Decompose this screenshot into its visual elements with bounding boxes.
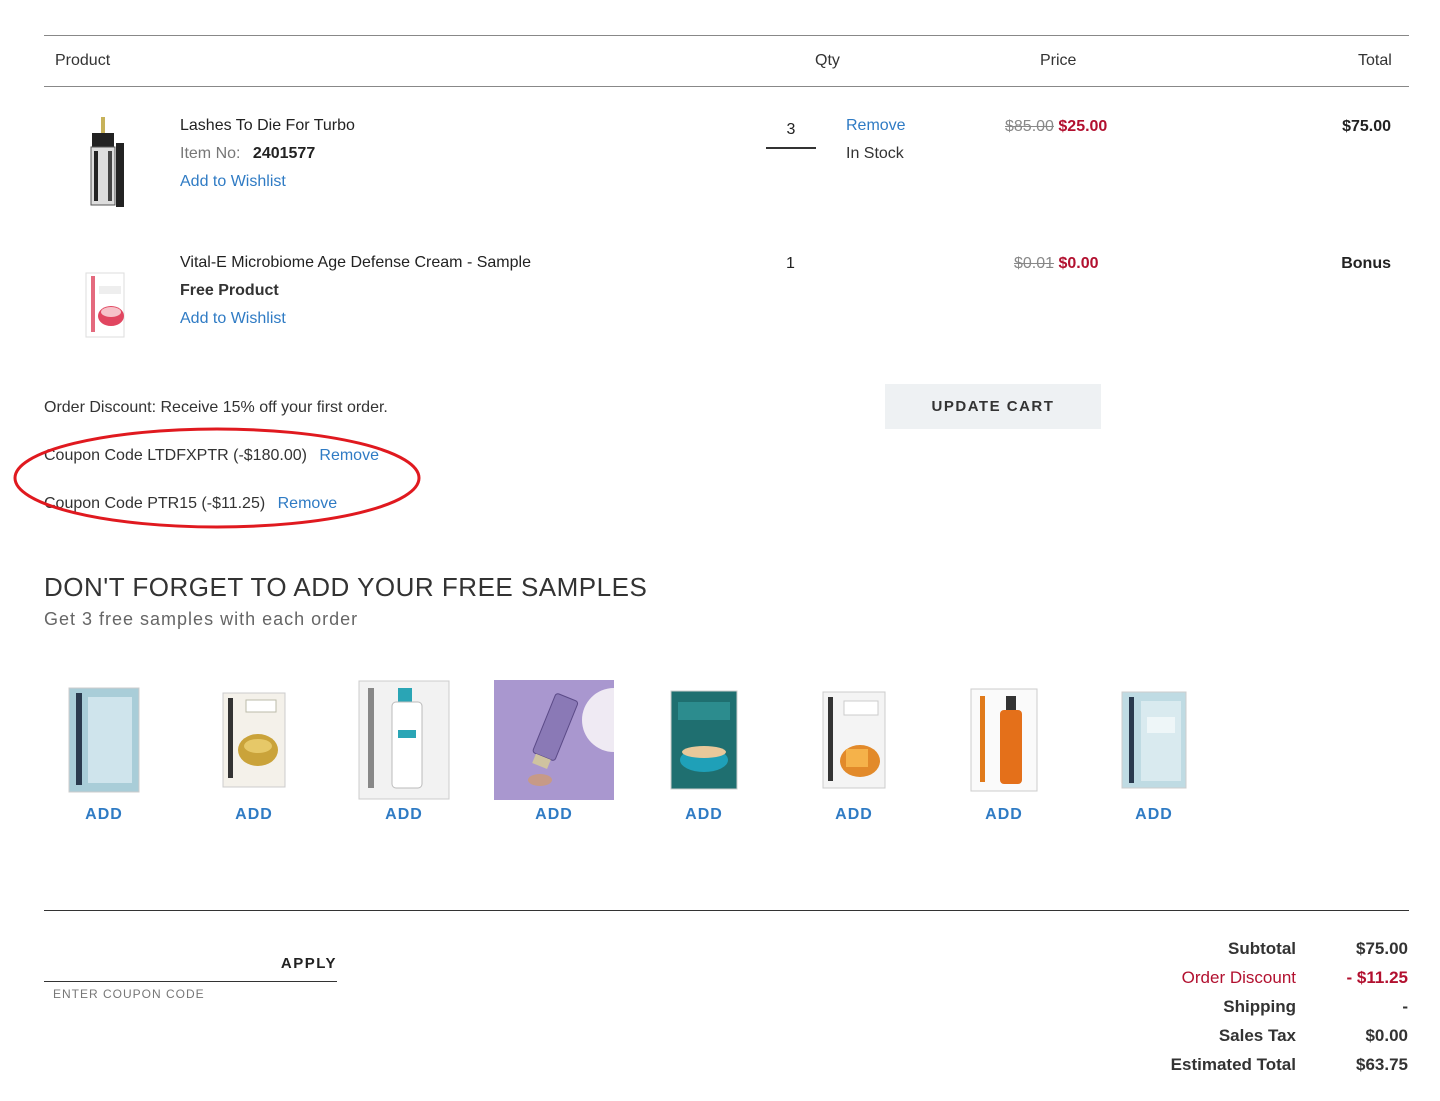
apply-coupon-button[interactable]: APPLY [281,955,337,972]
tube-sample-icon [494,680,614,800]
add-sample-button[interactable]: ADD [644,806,764,824]
highlight-ellipse-annotation [13,427,421,529]
stock-status: In Stock [846,145,904,162]
line-total: $75.00 [1342,118,1391,135]
product-name[interactable]: Lashes To Die For Turbo [180,117,355,135]
sample-packet-icon [44,680,164,800]
table-header-divider [44,86,1409,87]
cleansing-gel-sample-icon [944,680,1064,800]
original-price: $85.00 [1005,118,1054,135]
subtotal-label: Subtotal [1228,939,1296,958]
shipping-label: Shipping [1223,997,1296,1016]
add-sample-button[interactable]: ADD [1094,806,1214,824]
quantity-value: 1 [786,255,795,272]
add-sample-button[interactable]: ADD [794,806,914,824]
sale-price: $0.00 [1058,255,1099,272]
sales-tax-value: $0.00 [1365,1026,1408,1045]
mask-sample-icon [794,680,914,800]
add-sample-button[interactable]: ADD [344,806,464,824]
header-qty: Qty [815,52,840,69]
table-top-divider [44,35,1409,36]
free-product-label: Free Product [180,282,279,299]
add-to-wishlist-link[interactable]: Add to Wishlist [180,310,286,328]
eye-patch-sample-icon [194,680,314,800]
quantity-input[interactable]: 3 [766,115,816,149]
product-image-lashes[interactable] [82,115,132,210]
moisturizer-sample-icon [1094,680,1214,800]
subtotal-value: $75.00 [1356,939,1408,958]
sales-tax-label: Sales Tax [1218,1026,1296,1045]
order-discount-text: Order Discount: Receive 15% off your fir… [44,399,388,416]
cream-sample-packet-icon [85,272,125,338]
header-price: Price [1040,52,1077,69]
update-cart-button[interactable]: UPDATE CART [885,384,1101,429]
shipping-value: - [1402,997,1408,1016]
add-sample-button[interactable]: ADD [944,806,1064,824]
add-sample-button[interactable]: ADD [194,806,314,824]
estimated-total-value: $63.75 [1356,1055,1408,1074]
line-total: Bonus [1341,255,1391,272]
coupon-input-field[interactable]: APPLY [44,955,337,982]
product-name[interactable]: Vital-E Microbiome Age Defense Cream - S… [180,254,531,272]
item-number-label: Item No: [180,145,241,162]
order-discount-value: - $11.25 [1346,968,1408,987]
serum-sample-icon [344,680,464,800]
header-product: Product [55,52,111,69]
sale-price: $25.00 [1058,118,1108,135]
estimated-total-label: Estimated Total [1170,1055,1296,1074]
order-discount-label: Order Discount [1181,968,1296,987]
summary-divider [44,910,1409,911]
price-cell: $85.00 $25.00 [1005,118,1107,136]
add-sample-button[interactable]: ADD [44,806,164,824]
add-to-wishlist-link[interactable]: Add to Wishlist [180,173,286,191]
lash-serum-icon [90,117,124,207]
product-image-cream-sample[interactable] [85,272,127,338]
remove-item-link[interactable]: Remove [846,117,906,135]
header-total: Total [1358,52,1392,69]
coupon-input-placeholder: ENTER COUPON CODE [53,987,205,1001]
samples-subtitle: Get 3 free samples with each order [44,609,359,629]
samples-title: DON'T FORGET TO ADD YOUR FREE SAMPLES [44,572,648,602]
original-price: $0.01 [1014,255,1055,272]
item-number-value: 2401577 [252,145,316,162]
add-sample-button[interactable]: ADD [494,806,614,824]
item-number: Item No: 2401577 [180,145,315,163]
price-cell: $0.01 $0.00 [1014,255,1099,273]
cream-sample-icon [644,680,764,800]
